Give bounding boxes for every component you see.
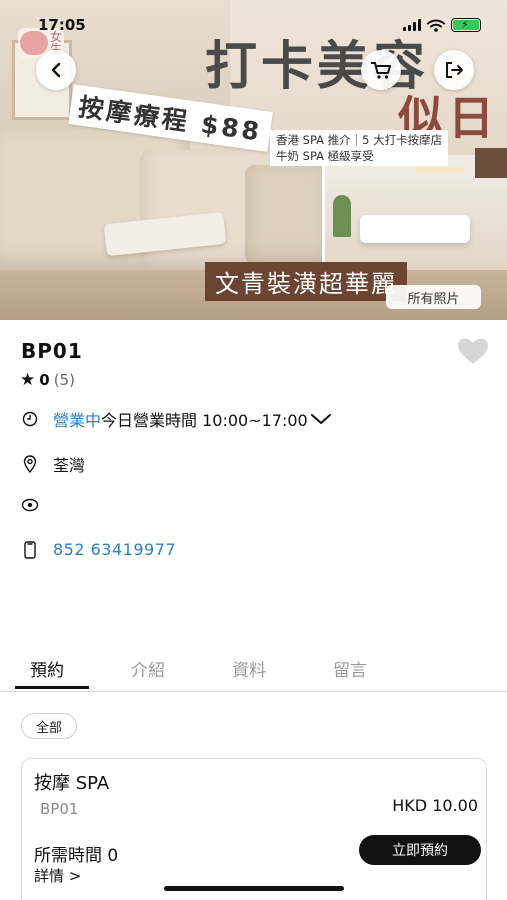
status-bar: 17:05 ⚡ (0, 0, 507, 46)
shop-name: BP01 (21, 339, 83, 363)
back-button[interactable] (36, 50, 76, 90)
location-row[interactable]: 荃灣 (21, 452, 85, 476)
cart-button[interactable] (361, 50, 401, 90)
phone-icon (21, 540, 39, 559)
eye-icon (21, 496, 39, 514)
service-code: BP01 (40, 800, 79, 818)
wifi-icon (427, 19, 445, 32)
hero-note-line: 香港 SPA 推介｜5 大打卡按摩店 (276, 133, 443, 147)
star-icon: ★ (20, 370, 36, 390)
hero-note-line: 牛奶 SPA 極級享受 (276, 149, 374, 163)
battery-icon: ⚡ (451, 18, 481, 32)
book-now-button[interactable]: 立即預約 (359, 835, 481, 865)
service-card[interactable]: 按摩 SPA BP01 HKD 10.00 所需時間 0 立即預約 詳情 > (21, 758, 487, 900)
opening-hours: 今日營業時間 10:00~17:00 (101, 411, 308, 430)
chevron-left-icon (51, 62, 61, 78)
views-row (21, 496, 53, 514)
tab-booking[interactable]: 預約 (30, 656, 64, 681)
status-time: 17:05 (38, 16, 86, 34)
open-status: 營業中 (53, 411, 102, 430)
tab-info[interactable]: 資料 (232, 656, 266, 681)
location-text: 荃灣 (53, 456, 86, 475)
all-photos-button[interactable]: 所有照片 (386, 285, 481, 309)
service-name: 按摩 SPA (34, 773, 110, 794)
rating-score: 0 (39, 371, 50, 389)
active-tab-indicator (15, 686, 89, 689)
home-indicator[interactable] (164, 886, 344, 891)
hero-dark-strip (475, 148, 507, 178)
service-details-link[interactable]: 詳情 > (34, 865, 81, 886)
inset-lamp (415, 167, 465, 173)
phone-number-link[interactable]: 852 63419977 (53, 540, 176, 559)
rating-count: (5) (53, 371, 75, 389)
hero-massage-chair (245, 165, 330, 265)
filter-chip-all[interactable]: 全部 (21, 713, 77, 739)
tab-intro[interactable]: 介紹 (131, 656, 165, 681)
rating: ★ 0 (5) (20, 370, 75, 390)
inset-plant (333, 195, 351, 237)
phone-row[interactable]: 852 63419977 (21, 540, 176, 559)
opening-hours-row[interactable]: 營業中 今日營業時間 10:00~17:00 (21, 407, 332, 431)
service-price: HKD 10.00 (392, 796, 478, 815)
favorite-heart-icon[interactable] (457, 337, 489, 365)
tab-comments[interactable]: 留言 (333, 656, 367, 681)
location-pin-icon (21, 455, 39, 473)
hero-note-box: 香港 SPA 推介｜5 大打卡按摩店 牛奶 SPA 極級享受 (270, 130, 449, 166)
chevron-down-icon[interactable] (310, 412, 332, 426)
hero-photo[interactable]: 女 生 打卡美容 似日 按摩療程 $88 香港 SPA 推介｜5 大打卡按摩店 … (0, 0, 507, 320)
share-button[interactable] (434, 50, 474, 90)
status-icons: ⚡ (403, 18, 481, 32)
signal-icon (403, 19, 421, 31)
share-icon (446, 62, 463, 78)
cart-icon (371, 62, 391, 79)
service-duration: 所需時間 0 (34, 846, 119, 866)
clock-icon (21, 410, 39, 428)
inset-spa-bed (360, 215, 470, 243)
shop-detail-page: 女 生 打卡美容 似日 按摩療程 $88 香港 SPA 推介｜5 大打卡按摩店 … (0, 0, 507, 900)
hero-banner: 文青裝潢超華麗 (205, 262, 407, 301)
